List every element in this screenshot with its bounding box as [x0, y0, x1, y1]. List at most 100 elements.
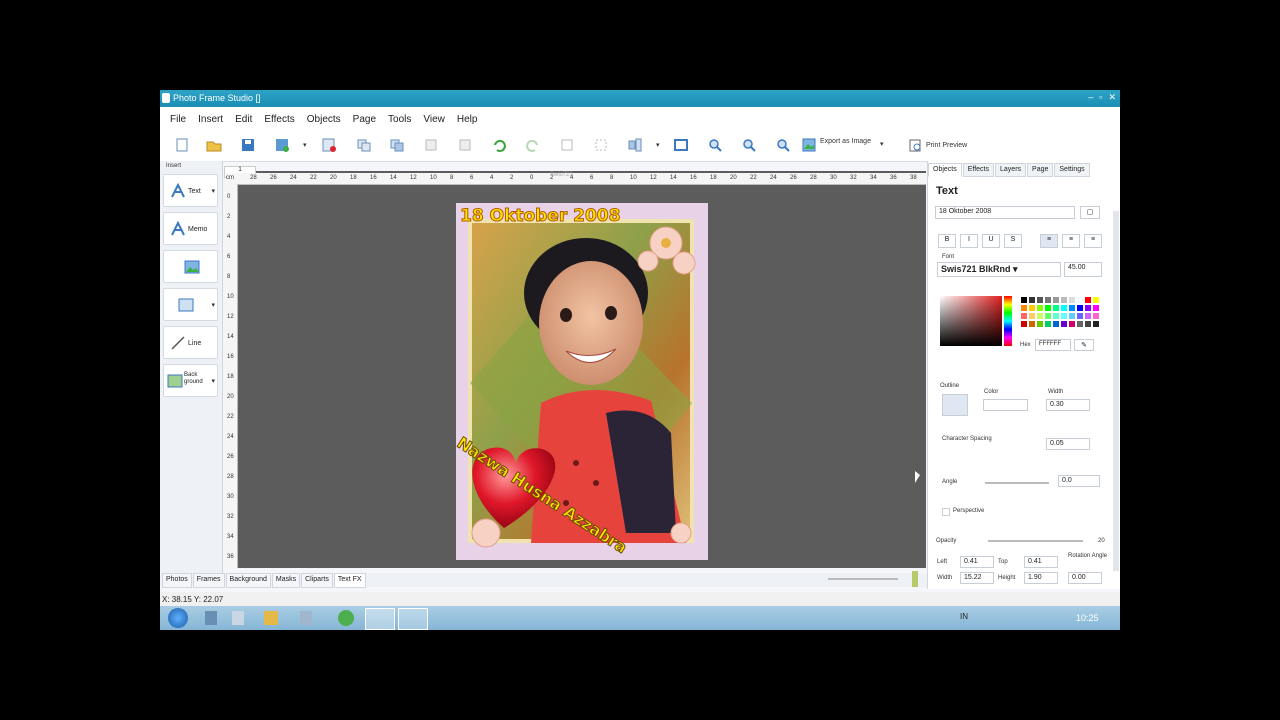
insert-line-button[interactable]: Line [163, 326, 218, 359]
chevron-down-icon[interactable]: ▾ [211, 377, 215, 385]
char-spacing-field[interactable]: 0.05 [1046, 438, 1090, 450]
eyedropper-icon[interactable]: ✎ [1074, 339, 1094, 351]
width-field[interactable]: 15.22 [960, 572, 994, 584]
color-swatch[interactable] [1044, 296, 1052, 304]
menu-file[interactable]: File [164, 114, 192, 125]
zoom-in-icon[interactable] [706, 137, 724, 153]
height-field[interactable]: 1.90 [1024, 572, 1058, 584]
crop-icon[interactable] [558, 137, 576, 153]
minimize-button[interactable]: – [1088, 92, 1093, 103]
outline-width-field[interactable]: 0.30 [1046, 399, 1090, 411]
print-preview-icon[interactable] [906, 137, 924, 153]
color-swatch[interactable] [1076, 296, 1084, 304]
color-swatch[interactable] [1028, 296, 1036, 304]
color-swatch[interactable] [1020, 304, 1028, 312]
language-indicator[interactable]: IN [960, 612, 968, 621]
color-swatch[interactable] [1060, 304, 1068, 312]
export-image-button[interactable]: Export as Image [820, 138, 871, 145]
tab-objects[interactable]: Objects [928, 163, 962, 177]
export-image-icon[interactable] [800, 137, 818, 153]
tab-text-fx[interactable]: Text FX [333, 573, 366, 588]
zoom-slider[interactable] [828, 578, 898, 580]
start-button[interactable] [168, 608, 188, 628]
align-left-icon[interactable]: ≡ [1040, 234, 1058, 248]
top-field[interactable]: 0.41 [1024, 556, 1058, 568]
menu-view[interactable]: View [417, 114, 451, 125]
color-swatch[interactable] [1068, 320, 1076, 328]
delete-icon[interactable] [456, 137, 474, 153]
taskbar-app-icon[interactable] [205, 611, 217, 625]
color-swatch[interactable] [1068, 296, 1076, 304]
menu-tools[interactable]: Tools [382, 114, 417, 125]
tab-layers[interactable]: Layers [995, 163, 1027, 177]
chevron-down-icon[interactable]: ▾ [656, 141, 660, 149]
color-swatch[interactable] [1044, 320, 1052, 328]
redo-icon[interactable] [524, 137, 542, 153]
insert-shape-button[interactable]: ▾ [163, 288, 218, 321]
color-swatch[interactable] [1068, 304, 1076, 312]
color-swatch[interactable] [1052, 296, 1060, 304]
color-swatch[interactable] [1020, 320, 1028, 328]
maximize-button[interactable]: ▫ [1099, 92, 1102, 103]
duplicate-icon[interactable] [422, 137, 440, 153]
color-swatch[interactable] [1028, 320, 1036, 328]
page-settings-icon[interactable] [320, 137, 338, 153]
color-swatch[interactable] [1036, 320, 1044, 328]
color-swatch[interactable] [1060, 312, 1068, 320]
color-swatch[interactable] [1020, 312, 1028, 320]
undo-icon[interactable] [490, 137, 508, 153]
menu-effects[interactable]: Effects [258, 114, 300, 125]
color-swatch[interactable] [1036, 312, 1044, 320]
color-swatch[interactable] [1092, 312, 1100, 320]
taskbar-active-app[interactable] [398, 608, 428, 630]
color-swatch[interactable] [1076, 312, 1084, 320]
menu-objects[interactable]: Objects [301, 114, 347, 125]
date-text[interactable]: 18 Oktober 2008 [459, 206, 620, 227]
color-swatch[interactable] [1036, 296, 1044, 304]
angle-slider[interactable] [985, 482, 1049, 484]
open-icon[interactable] [205, 137, 223, 153]
color-swatch[interactable] [1060, 296, 1068, 304]
tab-effects[interactable]: Effects [962, 163, 995, 177]
hue-slider[interactable] [1004, 296, 1012, 346]
menu-help[interactable]: Help [451, 114, 484, 125]
rotation-field[interactable]: 0.00 [1068, 572, 1102, 584]
color-swatch[interactable] [1052, 312, 1060, 320]
menu-insert[interactable]: Insert [192, 114, 229, 125]
italic-icon[interactable]: I [960, 234, 978, 248]
zoom-handle[interactable] [912, 571, 918, 587]
color-swatch[interactable] [1084, 312, 1092, 320]
color-swatch[interactable] [1092, 296, 1100, 304]
tab-masks[interactable]: Masks [271, 573, 301, 588]
tab-page[interactable]: Page [1027, 163, 1054, 177]
taskbar-active-app[interactable] [365, 608, 395, 630]
folder-icon[interactable] [264, 611, 278, 625]
outline-toggle-button[interactable] [942, 394, 968, 416]
select-icon[interactable] [592, 137, 610, 153]
color-swatch[interactable] [1044, 312, 1052, 320]
copy-icon[interactable] [355, 137, 373, 153]
tab-background[interactable]: Background [225, 573, 271, 588]
outline-color-field[interactable] [983, 399, 1028, 411]
font-size-field[interactable]: 45.00 [1064, 262, 1102, 277]
zoom-actual-icon[interactable] [774, 137, 792, 153]
chevron-down-icon[interactable]: ▾ [303, 141, 307, 149]
color-swatch[interactable] [1092, 320, 1100, 328]
panel-scrollbar[interactable] [1113, 211, 1119, 571]
color-swatch[interactable] [1028, 312, 1036, 320]
opacity-slider[interactable] [988, 540, 1083, 542]
taskbar-app-icon[interactable] [300, 611, 312, 625]
save-as-icon[interactable] [273, 137, 291, 153]
underline-icon[interactable]: U [982, 234, 1000, 248]
color-swatch[interactable] [1068, 312, 1076, 320]
insert-image-button[interactable] [163, 250, 218, 283]
close-button[interactable]: ✕ [1108, 92, 1116, 103]
perspective-checkbox[interactable] [942, 508, 950, 516]
align-icon[interactable] [626, 137, 644, 153]
menu-edit[interactable]: Edit [229, 114, 258, 125]
angle-field[interactable]: 0.0 [1058, 475, 1100, 487]
align-right-icon[interactable]: ≡ [1084, 234, 1102, 248]
insert-memo-button[interactable]: Memo [163, 212, 218, 245]
taskbar-app-icon[interactable] [232, 611, 244, 625]
color-swatches[interactable] [1020, 296, 1100, 336]
